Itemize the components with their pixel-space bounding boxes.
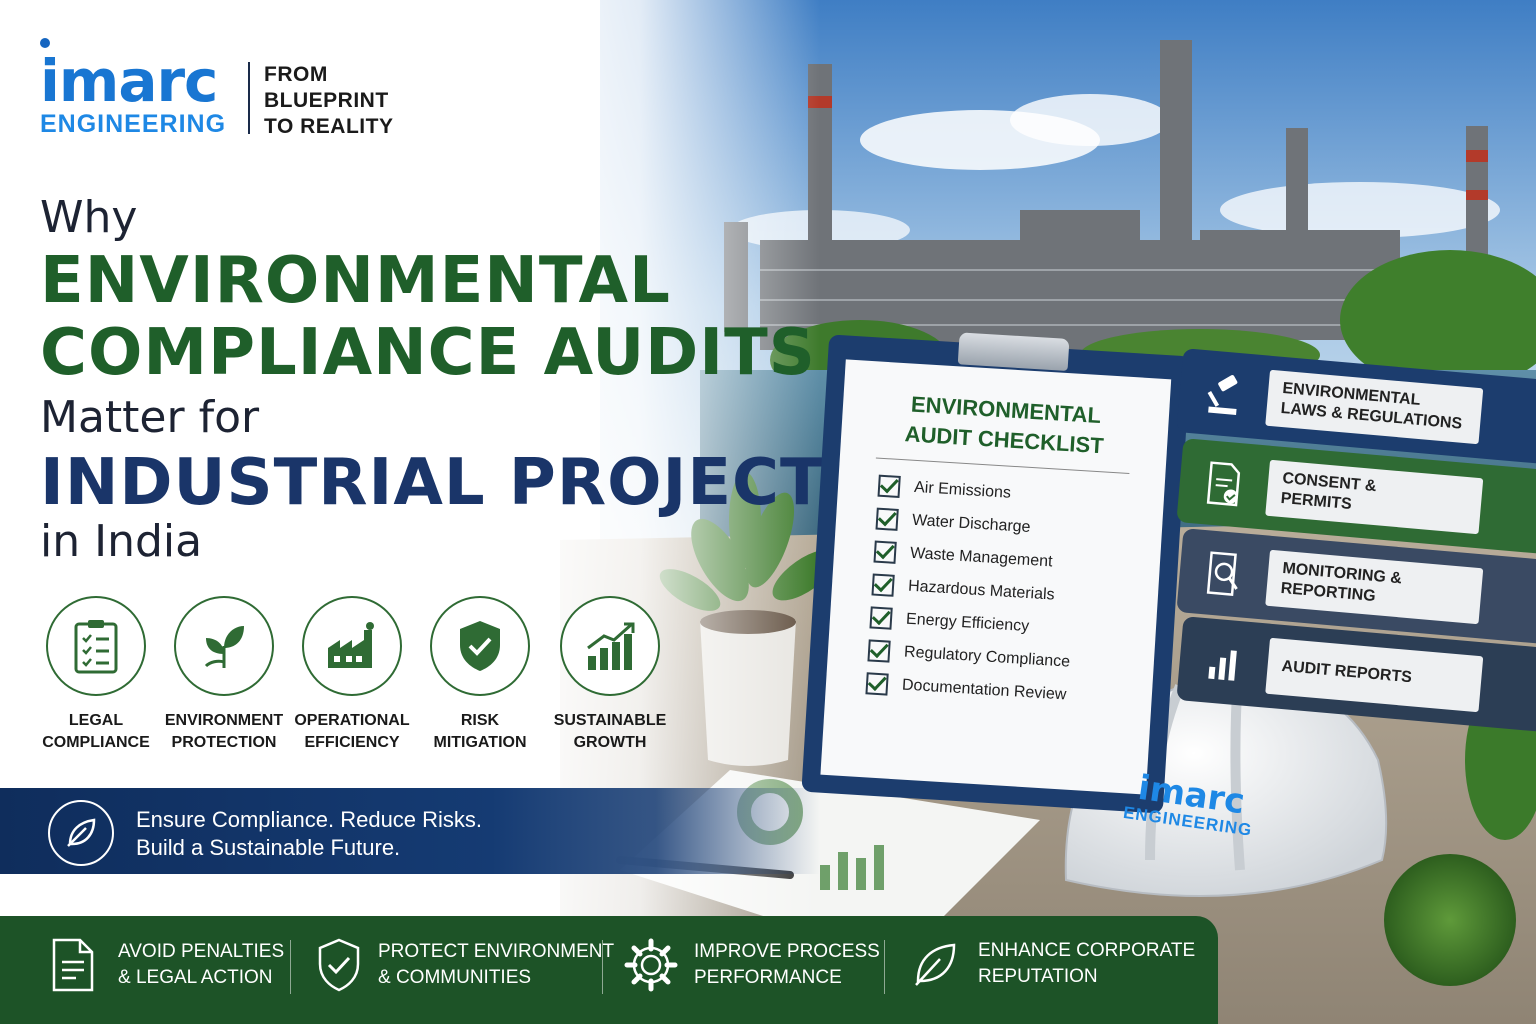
feature-label: LEGAL: [68, 712, 124, 729]
binder-label: AUDIT REPORTS: [1265, 637, 1484, 713]
benefit-divider: [290, 940, 291, 994]
shield-check-icon: [430, 596, 530, 696]
gavel-icon: [1207, 375, 1238, 415]
checklist-item-label: Energy Efficiency: [905, 610, 1030, 635]
benefit-improve-process: IMPROVE PROCESS PERFORMANCE: [624, 938, 880, 992]
benefit-label: REPUTATION: [978, 966, 1098, 987]
checkbox-checked-icon: [867, 638, 891, 663]
benefit-label: ENHANCE CORPORATE: [978, 940, 1196, 961]
binder-label: ENVIRONMENTAL LAWS & REGULATIONS: [1265, 369, 1484, 445]
bar-chart-icon: [1208, 650, 1237, 681]
feature-label: SUSTAINABLE: [553, 712, 667, 729]
checklist-item-label: Waste Management: [909, 544, 1053, 570]
benefit-divider: [602, 940, 603, 994]
checkbox-checked-icon: [871, 572, 895, 597]
binder-label: MONITORING & REPORTING: [1265, 549, 1484, 625]
checklist-item-label: Air Emissions: [913, 478, 1012, 502]
feature-label: PROTECTION: [171, 734, 277, 751]
checkbox-checked-icon: [865, 671, 889, 696]
growth-chart-icon: [560, 596, 660, 696]
checklist-item-label: Regulatory Compliance: [903, 643, 1071, 671]
brand-logo-sub: ENGINEERING: [40, 110, 227, 138]
feature-label: GROWTH: [573, 734, 647, 751]
feature-label: COMPLIANCE: [42, 734, 150, 751]
scene: imarc ENGINEERING FROM BLUEPRINT TO REAL…: [0, 0, 1536, 1024]
brand-logo: imarc: [40, 47, 218, 115]
leaf-icon: [48, 800, 114, 866]
headline-industrial-projects: INDUSTRIAL PROJECTS: [40, 446, 872, 520]
document-check-icon: [1206, 461, 1241, 507]
slogan-text: Ensure Compliance. Reduce Risks. Build a…: [136, 806, 482, 862]
feature-label: RISK: [460, 712, 500, 729]
benefit-enhance-reputation: ENHANCE CORPORATE REPUTATION: [910, 938, 1195, 990]
tagline-line: BLUEPRINT: [264, 89, 389, 112]
feature-environment-protection: ENVIRONMENT PROTECTION: [162, 596, 286, 754]
feature-label: MITIGATION: [433, 734, 527, 751]
document-icon: [52, 938, 94, 992]
benefit-label: AVOID PENALTIES: [118, 941, 285, 962]
benefit-label: & LEGAL ACTION: [118, 967, 273, 988]
factory-icon: [302, 596, 402, 696]
tagline-line: FROM: [264, 63, 328, 86]
benefit-protect-environment: PROTECT ENVIRONMENT & COMMUNITIES: [316, 938, 614, 992]
clipboard-clamp: [957, 332, 1070, 371]
clipboard-checklist-icon: [46, 596, 146, 696]
binder-label: CONSENT & PERMITS: [1265, 459, 1484, 535]
checkbox-checked-icon: [875, 507, 899, 531]
feature-label: OPERATIONAL: [294, 712, 410, 729]
feature-legal-compliance: LEGAL COMPLIANCE: [34, 596, 158, 754]
audit-checklist-clipboard: ENVIRONMENTAL AUDIT CHECKLIST Air Emissi…: [801, 332, 1191, 814]
magnifier-report-icon: [1206, 551, 1238, 596]
leaf-sprout-icon: [174, 596, 274, 696]
leaf-icon: [915, 943, 956, 986]
logo-divider: [248, 62, 250, 134]
checklist-paper: ENVIRONMENTAL AUDIT CHECKLIST Air Emissi…: [820, 359, 1172, 795]
headline-environmental: ENVIRONMENTAL: [40, 244, 671, 318]
tagline: FROM BLUEPRINT TO REALITY: [264, 62, 393, 140]
benefit-label: IMPROVE PROCESS: [694, 941, 880, 962]
feature-label: EFFICIENCY: [304, 734, 400, 751]
benefit-avoid-penalties: AVOID PENALTIES & LEGAL ACTION: [50, 938, 284, 992]
headline-why: Why: [40, 192, 138, 243]
shield-check-icon: [318, 938, 360, 992]
binder-label-line: AUDIT REPORTS: [1280, 657, 1413, 687]
checkbox-checked-icon: [873, 540, 897, 564]
feature-label: ENVIRONMENT: [164, 712, 284, 729]
feature-sustainable-growth: SUSTAINABLE GROWTH: [548, 596, 672, 754]
benefit-label: & COMMUNITIES: [378, 967, 532, 988]
slogan-line: Build a Sustainable Future.: [136, 835, 401, 860]
checklist-item-label: Water Discharge: [911, 511, 1032, 536]
slogan-line: Ensure Compliance. Reduce Risks.: [136, 807, 483, 832]
headline-matter-for: Matter for: [40, 392, 260, 443]
benefit-divider: [884, 940, 885, 994]
headline-in-india: in India: [40, 516, 203, 567]
feature-operational-efficiency: OPERATIONAL EFFICIENCY: [290, 596, 414, 754]
checklist-item-label: Documentation Review: [901, 675, 1067, 704]
checklist-item-label: Hazardous Materials: [907, 577, 1056, 604]
headline-compliance-audits: COMPLIANCE AUDITS: [40, 316, 816, 390]
feature-risk-mitigation: RISK MITIGATION: [418, 596, 542, 754]
checkbox-checked-icon: [877, 474, 901, 498]
checkbox-checked-icon: [869, 605, 893, 630]
benefit-label: PROTECT ENVIRONMENT: [378, 941, 615, 962]
benefit-label: PERFORMANCE: [694, 967, 842, 988]
tagline-line: TO REALITY: [264, 115, 394, 138]
gear-icon: [624, 938, 678, 992]
checklist-title: ENVIRONMENTAL AUDIT CHECKLIST: [841, 385, 1170, 465]
